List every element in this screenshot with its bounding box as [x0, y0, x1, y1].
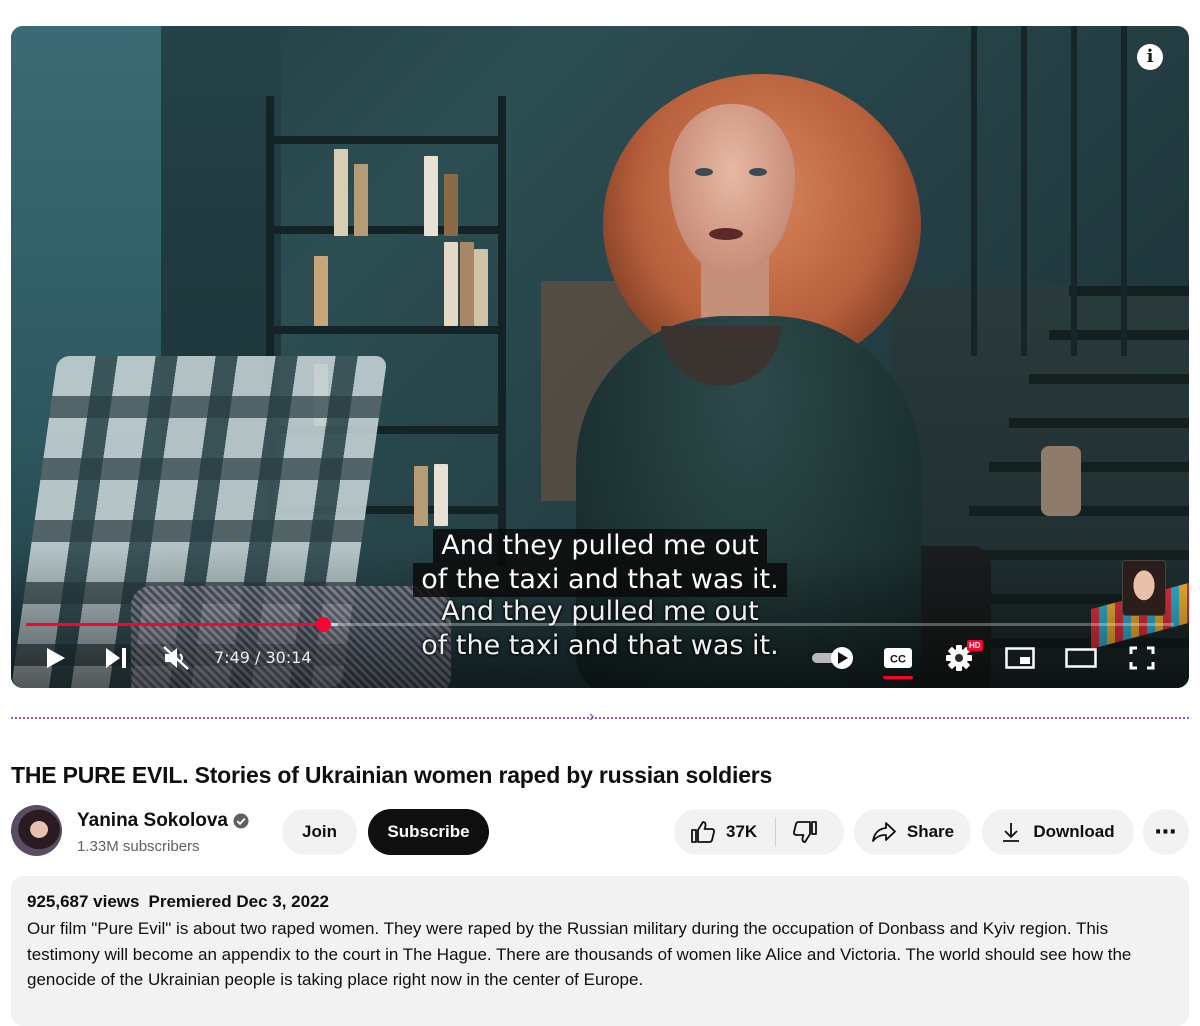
view-count: 925,687 views — [27, 892, 140, 911]
like-button[interactable]: 37K — [674, 809, 757, 855]
mute-button[interactable] — [161, 638, 191, 678]
caption-window: And they pulled me out of the taxi and t… — [11, 529, 1189, 597]
description-box[interactable]: 925,687 views Premiered Dec 3, 2022 Our … — [11, 876, 1189, 1026]
like-count: 37K — [726, 822, 758, 841]
cc-icon: CC — [884, 648, 912, 668]
more-actions-button[interactable]: ⋯ — [1143, 809, 1189, 855]
video-title: THE PURE EVIL. Stories of Ukrainian wome… — [11, 762, 773, 788]
svg-text:CC: CC — [890, 654, 906, 666]
join-button[interactable]: Join — [282, 809, 357, 855]
description-meta: 925,687 views Premiered Dec 3, 2022 — [27, 892, 1173, 912]
miniplayer-icon — [1005, 647, 1035, 669]
cc-active-indicator — [883, 676, 913, 679]
premiere-date: Premiered Dec 3, 2022 — [148, 892, 329, 911]
subscribe-button[interactable]: Subscribe — [368, 809, 489, 855]
caption-line-2: of the taxi and that was it. — [413, 563, 787, 597]
next-button[interactable] — [101, 638, 131, 678]
thumbs-down-icon — [793, 821, 818, 843]
skip-next-icon — [106, 648, 126, 668]
download-button[interactable]: Download — [982, 809, 1134, 855]
download-icon — [1003, 823, 1020, 842]
more-icon: ⋯ — [1154, 819, 1178, 844]
chevron-right-icon: › — [589, 708, 595, 725]
section-divider — [11, 717, 1189, 719]
channel-avatar[interactable] — [11, 805, 62, 856]
share-icon — [871, 822, 896, 842]
autoplay-icon — [812, 647, 853, 669]
progress-bar[interactable] — [26, 617, 1174, 632]
download-label: Download — [1033, 822, 1115, 841]
video-player[interactable]: i And they pulled me out of the taxi and… — [11, 26, 1189, 688]
subtitles-button[interactable]: CC — [881, 638, 915, 678]
thumbs-up-icon — [691, 821, 715, 843]
dislike-button[interactable] — [776, 809, 818, 855]
autoplay-toggle[interactable] — [809, 638, 857, 678]
channel-name[interactable]: Yanina Sokolova — [77, 810, 228, 832]
progress-played — [26, 623, 324, 626]
miniplayer-button[interactable] — [1003, 638, 1037, 678]
theater-icon — [1065, 648, 1097, 668]
fullscreen-icon — [1129, 646, 1155, 670]
channel-watermark[interactable] — [1122, 560, 1166, 616]
theater-mode-button[interactable] — [1063, 638, 1099, 678]
subscriber-count: 1.33M subscribers — [77, 838, 200, 855]
play-button[interactable] — [41, 638, 71, 678]
player-controls: 7:49 / 30:14 CC HD — [11, 638, 1189, 679]
hd-badge: HD — [967, 640, 983, 651]
play-icon — [47, 648, 65, 668]
fullscreen-button[interactable] — [1125, 638, 1159, 678]
time-display: 7:49 / 30:14 — [214, 648, 312, 667]
share-button[interactable]: Share — [854, 809, 971, 855]
share-label: Share — [906, 822, 955, 841]
volume-muted-icon — [163, 646, 189, 670]
verified-badge-icon — [233, 813, 249, 829]
caption-line-1: And they pulled me out — [433, 529, 767, 563]
description-text: Our film "Pure Evil" is about two raped … — [27, 919, 1132, 989]
info-icon[interactable]: i — [1137, 44, 1163, 70]
like-dislike-group: 37K — [674, 809, 844, 855]
